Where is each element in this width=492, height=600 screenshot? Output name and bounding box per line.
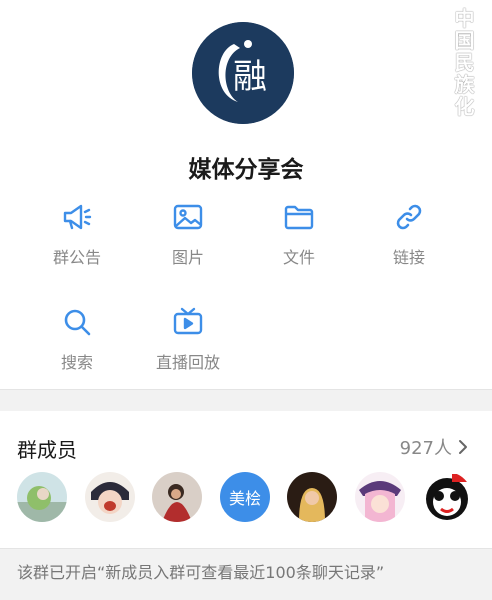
- member-avatar[interactable]: [287, 472, 337, 522]
- member-avatar[interactable]: [422, 472, 472, 522]
- image-icon: [173, 204, 203, 230]
- feature-label: 群公告: [52, 248, 101, 267]
- members-count: 927人: [399, 438, 452, 459]
- feature-links[interactable]: 链接: [354, 201, 464, 268]
- avatar-glyph: 融: [233, 57, 267, 97]
- member-avatar[interactable]: [152, 472, 202, 522]
- feature-label: 图片: [171, 248, 204, 267]
- feature-announcement[interactable]: 群公告: [22, 201, 132, 268]
- chevron-right-icon: [459, 440, 467, 454]
- feature-label: 直播回放: [155, 353, 220, 372]
- section-divider: [0, 389, 492, 411]
- feature-label: 搜索: [60, 353, 93, 372]
- members-title: 群成员: [17, 438, 77, 462]
- feature-live-replay[interactable]: 直播回放: [133, 306, 243, 373]
- feature-label: 链接: [392, 248, 425, 267]
- member-avatar[interactable]: [85, 472, 135, 522]
- members-count-link[interactable]: 927人: [400, 434, 468, 460]
- feature-search[interactable]: 搜索: [22, 306, 132, 373]
- member-avatar[interactable]: [17, 472, 67, 522]
- group-avatar[interactable]: 融: [192, 22, 294, 124]
- link-icon: [396, 204, 422, 230]
- group-name: 媒体分享会: [188, 157, 304, 183]
- tv-icon: [173, 307, 203, 335]
- feature-images[interactable]: 图片: [133, 201, 243, 268]
- megaphone-icon: [63, 204, 92, 230]
- member-avatar[interactable]: [355, 472, 405, 522]
- feature-label: 文件: [282, 248, 315, 267]
- watermark: 中国民族化: [451, 8, 475, 118]
- member-avatar-list: 美桧: [17, 472, 477, 526]
- search-icon: [64, 309, 91, 336]
- feature-files[interactable]: 文件: [244, 201, 354, 268]
- history-notice: 该群已开启“新成员入群可查看最近100条聊天记录”: [0, 548, 492, 600]
- folder-icon: [284, 205, 314, 230]
- member-avatar-text[interactable]: 美桧: [220, 472, 270, 522]
